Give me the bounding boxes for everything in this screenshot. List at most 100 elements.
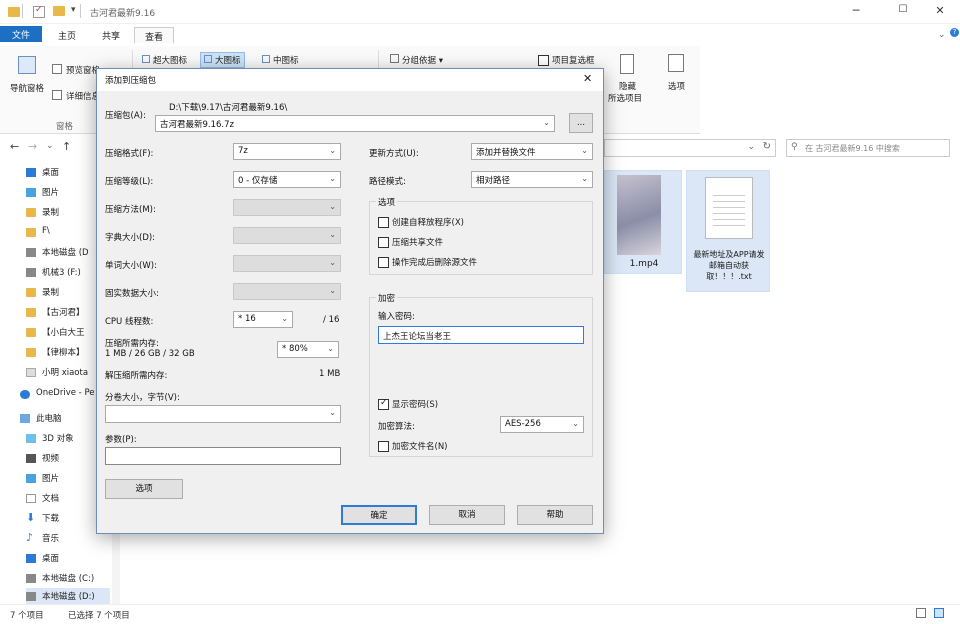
chevron-down-icon[interactable]: ⌄	[938, 30, 946, 40]
method-select[interactable]: ⌄	[233, 199, 341, 216]
password-input[interactable]: 上杰王论坛当老王	[378, 326, 584, 344]
up-icon[interactable]: ↑	[62, 140, 71, 153]
details-view-icon[interactable]	[916, 608, 926, 618]
show-password-checkbox[interactable]: 显示密码(S)	[378, 398, 438, 410]
enc-method-value: AES-256	[505, 419, 541, 429]
options-button[interactable]: 选项	[105, 479, 183, 499]
level-label: 压缩等级(L):	[105, 177, 154, 187]
refresh-icon[interactable]: ↻	[763, 141, 771, 152]
recent-icon[interactable]: ⌄	[46, 141, 54, 151]
hide-selected-label2[interactable]: 所选项目	[608, 92, 642, 104]
password-label: 输入密码:	[378, 312, 415, 322]
path-mode-label: 路径模式:	[369, 177, 406, 187]
cpu-select[interactable]: * 16 ⌄	[233, 311, 293, 328]
params-input[interactable]	[105, 447, 341, 465]
path-box[interactable]: ⌄ ↻	[604, 139, 776, 157]
chevron-down-icon: ⌄	[329, 174, 336, 183]
shared-checkbox[interactable]: 压缩共享文件	[378, 236, 443, 248]
dict-select[interactable]: ⌄	[233, 227, 341, 244]
path-mode-select[interactable]: 相对路径 ⌄	[471, 171, 593, 188]
back-icon[interactable]: ←	[10, 140, 19, 153]
options-label[interactable]: 选项	[668, 80, 685, 92]
encrypt-names-checkbox[interactable]: 加密文件名(N)	[378, 440, 448, 452]
sfx-checkbox[interactable]: 创建自释放程序(X)	[378, 216, 464, 228]
dialog-title: 添加到压缩包	[105, 76, 157, 86]
sidebar-item-local-c[interactable]: 本地磁盘 (C:)	[26, 570, 110, 588]
cpu-label: CPU 线程数:	[105, 317, 154, 327]
file-item-mp4[interactable]: 1.mp4	[604, 170, 682, 274]
forward-icon[interactable]: →	[28, 140, 37, 153]
browse-button[interactable]: ...	[569, 113, 593, 133]
close-icon[interactable]: ✕	[583, 72, 592, 85]
help-button[interactable]: 帮助	[517, 505, 593, 525]
chevron-down-icon[interactable]: ⌄	[747, 142, 755, 152]
preview-pane-label[interactable]: 预览窗格	[66, 64, 100, 76]
word-select[interactable]: ⌄	[233, 255, 341, 272]
desktop-icon	[26, 168, 36, 177]
hide-selected-icon[interactable]	[620, 54, 634, 74]
video-icon	[26, 454, 36, 463]
properties-icon[interactable]: ✓	[33, 5, 45, 18]
folder-icon	[26, 308, 36, 317]
details-pane-label[interactable]: 详细信息	[66, 90, 100, 102]
tab-view[interactable]: 查看	[134, 27, 175, 43]
options-icon[interactable]	[668, 54, 684, 72]
archive-name-combo[interactable]: 古河君最新9.16.7z ⌄	[155, 115, 555, 132]
nav-pane-label[interactable]: 导航窗格	[10, 82, 44, 94]
group-by-button[interactable]: 分组依据 ▾	[390, 54, 443, 66]
solid-select[interactable]: ⌄	[233, 283, 341, 300]
archive-name-value: 古河君最新9.16.7z	[160, 120, 234, 130]
customize-qat-icon[interactable]: ▾	[71, 5, 76, 15]
format-select[interactable]: 7z ⌄	[233, 143, 341, 160]
details-pane-icon[interactable]	[52, 90, 62, 100]
close-icon[interactable]: ✕	[932, 4, 948, 20]
divider	[22, 4, 23, 18]
folder-icon	[26, 208, 36, 217]
chevron-down-icon: ⌄	[329, 258, 336, 267]
view-extra-large[interactable]: 超大图标	[142, 54, 187, 66]
split-combo[interactable]: ⌄	[105, 405, 341, 423]
level-select[interactable]: 0 - 仅存储 ⌄	[233, 171, 341, 188]
hide-selected-label[interactable]: 隐藏	[619, 80, 636, 92]
sidebar-item-desktop2[interactable]: 桌面	[26, 550, 110, 568]
dict-label: 字典大小(D):	[105, 233, 156, 243]
options-group: 选项 创建自释放程序(X) 压缩共享文件 操作完成后删除源文件	[369, 196, 593, 275]
update-select[interactable]: 添加并替换文件 ⌄	[471, 143, 593, 160]
enc-method-select[interactable]: AES-256 ⌄	[500, 416, 584, 433]
cancel-button[interactable]: 取消	[429, 505, 505, 525]
drive-icon	[26, 248, 36, 257]
preview-pane-icon[interactable]	[52, 64, 62, 74]
selected-count: 已选择 7 个项目	[68, 611, 130, 621]
desktop-icon	[26, 554, 36, 563]
tab-share[interactable]: 共享	[92, 27, 130, 43]
tab-home[interactable]: 主页	[48, 27, 86, 43]
file-item-txt[interactable]: 最新地址及APP请发邮箱自动获取！！！.txt	[686, 170, 770, 292]
delete-checkbox[interactable]: 操作完成后删除源文件	[378, 256, 477, 268]
sfx-label: 创建自释放程序(X)	[392, 218, 464, 228]
window-title: 古河君最新9.16	[90, 9, 156, 19]
mem-select[interactable]: * 80% ⌄	[277, 341, 339, 358]
minimize-icon[interactable]: ─	[848, 4, 864, 20]
checkbox-icon	[378, 441, 389, 452]
search-box[interactable]: ⚲ 在 古河君最新9.16 中搜索	[786, 139, 950, 157]
chevron-down-icon: ⌄	[329, 286, 336, 295]
ok-button[interactable]: 确定	[341, 505, 417, 525]
nav-pane-icon[interactable]	[18, 56, 36, 74]
folder-icon	[8, 7, 20, 17]
search-placeholder: 在 古河君最新9.16 中搜索	[805, 144, 900, 153]
tab-file[interactable]: 文件	[0, 26, 42, 42]
view-large[interactable]: 大图标	[200, 52, 245, 68]
large-icons-view-icon[interactable]	[934, 608, 944, 618]
mem-label: 压缩所需内存:	[105, 339, 159, 349]
window-titlebar: ✓ ▾ 古河君最新9.16 ─ ☐ ✕	[0, 0, 960, 24]
cube-icon	[26, 434, 36, 443]
enc-method-label: 加密算法:	[378, 422, 415, 432]
new-folder-icon[interactable]	[53, 6, 65, 16]
document-icon	[26, 494, 36, 503]
checkbox-icon	[538, 55, 549, 66]
help-icon[interactable]: ?	[950, 28, 959, 37]
folder-icon	[26, 288, 36, 297]
item-checkbox-toggle[interactable]: 项目复选框	[538, 54, 595, 66]
view-medium[interactable]: 中图标	[262, 54, 299, 66]
maximize-icon[interactable]: ☐	[895, 4, 911, 20]
